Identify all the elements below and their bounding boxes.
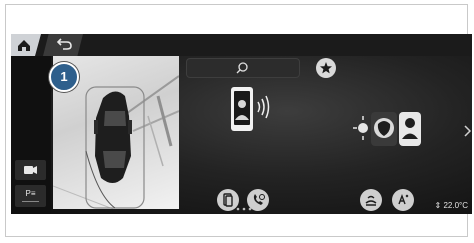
favorites-button[interactable] [316,58,336,78]
camera-button[interactable] [15,160,46,180]
climate-profile-icon[interactable] [351,106,441,156]
seat-icon [365,195,377,206]
auto-mode-button[interactable] [392,189,414,211]
chevron-right-icon[interactable] [463,124,472,138]
auto-icon [398,194,409,205]
parking-label: P≡ [25,189,36,198]
back-button[interactable] [43,34,83,56]
home-button[interactable] [11,34,41,56]
parking-underline [22,201,39,202]
star-icon [320,62,332,74]
head-unit-screen: P≡ ⇕ 22.0°C [11,34,472,214]
parking-button[interactable]: P≡ [15,185,46,207]
temperature-value: 22.0°C [443,201,468,210]
callout-marker: 1 [49,62,79,92]
left-column: P≡ [11,56,51,214]
top-bar [11,34,472,56]
page-dots-icon [236,207,252,211]
camera-icon [24,166,37,174]
temperature-readout[interactable]: ⇕ 22.0°C [435,201,468,210]
back-icon [56,38,72,50]
seat-button[interactable] [360,189,382,211]
search-bar[interactable] [186,58,300,78]
phone-connect-icon[interactable] [221,82,281,142]
search-icon [236,62,248,74]
main-area: P≡ ⇕ 22.0°C [11,56,472,214]
home-icon [18,40,30,51]
temperature-arrows-icon: ⇕ [434,201,442,210]
